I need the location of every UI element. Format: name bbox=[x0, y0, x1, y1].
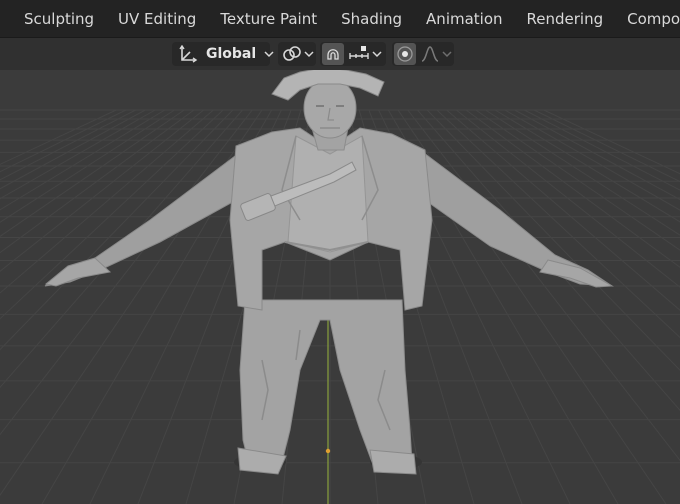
tab-uv-editing[interactable]: UV Editing bbox=[106, 0, 208, 38]
workspace-tab-bar: Sculpting UV Editing Texture Paint Shadi… bbox=[0, 0, 680, 38]
3d-viewport[interactable] bbox=[0, 70, 680, 504]
tab-animation[interactable]: Animation bbox=[414, 0, 514, 38]
tab-rendering[interactable]: Rendering bbox=[515, 0, 616, 38]
grid-line bbox=[485, 109, 680, 236]
tab-sculpting[interactable]: Sculpting bbox=[0, 0, 106, 38]
grid-line bbox=[0, 109, 175, 223]
grid-line bbox=[0, 109, 234, 351]
grid-line bbox=[436, 109, 680, 339]
transform-orientation-icon bbox=[178, 45, 198, 63]
grid-line bbox=[446, 109, 680, 311]
tab-shading[interactable]: Shading bbox=[329, 0, 414, 38]
grid-line bbox=[0, 109, 195, 254]
grid-line bbox=[494, 109, 680, 223]
snap-increment-icon[interactable] bbox=[348, 45, 370, 63]
chevron-down-icon bbox=[304, 50, 314, 58]
snap-toggle-button[interactable] bbox=[322, 43, 344, 65]
grid-line bbox=[0, 109, 127, 173]
grid-line bbox=[456, 109, 680, 288]
chevron-down-icon bbox=[372, 50, 382, 58]
pivot-point-dropdown[interactable] bbox=[278, 42, 316, 66]
grid-line bbox=[0, 109, 214, 294]
viewport-canvas[interactable] bbox=[0, 70, 680, 504]
proportional-editing-group bbox=[392, 42, 454, 66]
pivot-link-icon bbox=[282, 45, 302, 63]
falloff-curve-icon[interactable] bbox=[420, 45, 440, 63]
grid-line bbox=[533, 109, 680, 183]
right-shoe bbox=[369, 449, 417, 475]
viewport-header-toolbar: Global bbox=[0, 38, 680, 70]
proportional-editing-button[interactable] bbox=[394, 43, 416, 65]
grid-line bbox=[524, 109, 680, 191]
blender-window: Sculpting UV Editing Texture Paint Shadi… bbox=[0, 0, 680, 504]
snap-magnet-icon bbox=[324, 45, 342, 63]
grid-line bbox=[543, 109, 680, 175]
tab-texture-paint[interactable]: Texture Paint bbox=[208, 0, 329, 38]
tab-compositing[interactable]: Compositing bbox=[615, 0, 680, 38]
snapping-group bbox=[320, 42, 386, 66]
grid-line bbox=[426, 109, 680, 371]
transform-orientation-dropdown[interactable]: Global bbox=[172, 42, 274, 66]
grid-line bbox=[0, 109, 156, 200]
transform-orientation-label: Global bbox=[206, 46, 257, 62]
grid-line bbox=[0, 109, 224, 320]
chevron-down-icon bbox=[264, 50, 274, 58]
right-arm bbox=[419, 148, 614, 287]
origin-dot bbox=[325, 448, 331, 454]
chevron-down-icon bbox=[442, 50, 452, 58]
grid-line bbox=[0, 109, 204, 272]
proportional-editing-icon bbox=[396, 45, 414, 63]
